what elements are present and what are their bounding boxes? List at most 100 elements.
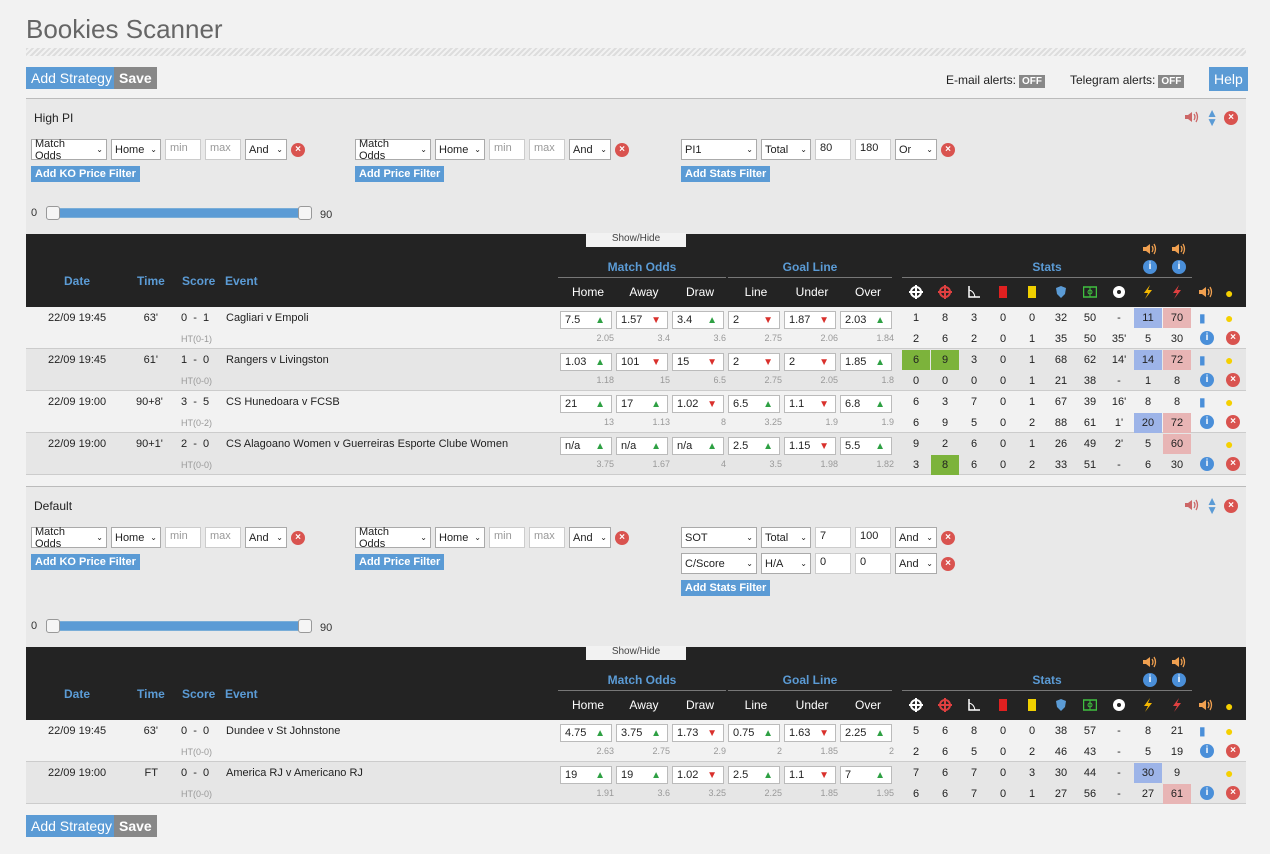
header-event[interactable]: Event xyxy=(225,274,258,288)
stats-max-input[interactable]: 180 xyxy=(855,139,891,160)
corner-flag-icon[interactable] xyxy=(967,285,981,299)
odds-draw-box[interactable]: 1.02 ▼ xyxy=(672,395,724,413)
muted-speaker-icon[interactable] xyxy=(1184,110,1200,127)
odds-draw-box[interactable]: 15 ▼ xyxy=(672,353,724,371)
muted-speaker-icon[interactable] xyxy=(1184,498,1200,515)
header-away[interactable]: Away xyxy=(616,698,672,712)
stats-stat-select[interactable]: C/Score ⌄ xyxy=(681,553,757,574)
reorder-arrows-icon[interactable]: ▲ ▼ xyxy=(1206,107,1218,128)
target-icon[interactable] xyxy=(938,698,952,712)
speaker-icon[interactable] xyxy=(1142,655,1157,669)
slider-handle-min[interactable] xyxy=(46,206,60,220)
price-min-input[interactable]: min xyxy=(489,527,525,548)
bar-chart-icon[interactable]: ▮ xyxy=(1199,311,1206,325)
ball-icon[interactable] xyxy=(1112,285,1126,299)
header-line[interactable]: Line xyxy=(728,285,784,299)
remove-stats-filter-icon[interactable]: × xyxy=(941,142,955,157)
remove-stats-filter-icon[interactable]: × xyxy=(941,530,955,545)
remove-row-icon[interactable]: × xyxy=(1226,744,1240,758)
remove-stats-filter-icon[interactable]: × xyxy=(941,556,955,571)
add-strategy-button[interactable]: Add Strategy xyxy=(26,67,117,89)
price-max-input[interactable]: max xyxy=(529,527,565,548)
bar-chart-icon[interactable]: ▮ xyxy=(1199,724,1206,738)
red-card-icon[interactable] xyxy=(996,698,1010,712)
header-draw[interactable]: Draw xyxy=(672,285,728,299)
remove-ko-filter-icon[interactable]: × xyxy=(291,142,305,157)
ko-side-select[interactable]: Home ⌄ xyxy=(111,527,161,548)
price-side-select[interactable]: Home ⌄ xyxy=(435,139,485,160)
help-button[interactable]: Help xyxy=(1209,67,1248,91)
odds-line-box[interactable]: 6.5 ▲ xyxy=(728,395,780,413)
slider-handle-min[interactable] xyxy=(46,619,60,633)
info-icon[interactable]: i xyxy=(1200,331,1214,345)
odds-over-box[interactable]: 6.8 ▲ xyxy=(840,395,892,413)
stats-stat-select[interactable]: SOT ⌄ xyxy=(681,527,757,548)
red-card-icon[interactable] xyxy=(996,285,1010,299)
lightbulb-icon[interactable]: ● xyxy=(1225,723,1233,739)
header-home[interactable]: Home xyxy=(560,285,616,299)
lightning-away-icon[interactable] xyxy=(1170,285,1184,299)
info-icon[interactable]: i xyxy=(1200,373,1214,387)
price-market-select[interactable]: Match Odds ⌄ xyxy=(355,526,431,550)
info-icon[interactable]: i xyxy=(1200,457,1214,471)
odds-home-box[interactable]: 4.75 ▲ xyxy=(560,724,612,742)
odds-away-box[interactable]: 101 ▼ xyxy=(616,353,668,371)
remove-row-icon[interactable]: × xyxy=(1226,457,1240,471)
odds-over-box[interactable]: 7 ▲ xyxy=(840,766,892,784)
yellow-card-icon[interactable] xyxy=(1025,698,1039,712)
show-hide-button[interactable]: Show/Hide xyxy=(586,646,686,660)
stats-min-input[interactable]: 7 xyxy=(815,527,851,548)
corner-flag-icon[interactable] xyxy=(967,698,981,712)
odds-under-box[interactable]: 1.87 ▼ xyxy=(784,311,836,329)
odds-home-box[interactable]: n/a ▲ xyxy=(560,437,612,455)
target-icon[interactable] xyxy=(938,285,952,299)
price-logic-select[interactable]: And ⌄ xyxy=(569,527,611,548)
stats-scope-select[interactable]: Total ⌄ xyxy=(761,139,811,160)
time-range-slider[interactable] xyxy=(46,208,312,218)
ko-side-select[interactable]: Home ⌄ xyxy=(111,139,161,160)
odds-home-box[interactable]: 1.03 ▲ xyxy=(560,353,612,371)
time-range-slider[interactable] xyxy=(46,621,312,631)
speaker-icon[interactable] xyxy=(1198,285,1213,299)
header-away[interactable]: Away xyxy=(616,285,672,299)
bar-chart-icon[interactable]: ▮ xyxy=(1199,353,1206,367)
speaker-icon[interactable] xyxy=(1198,698,1213,712)
table-row[interactable]: 22/09 19:45 61' 1 - 0 HT(0-0) Rangers v Livi… xyxy=(26,349,1246,391)
header-draw[interactable]: Draw xyxy=(672,698,728,712)
speaker-icon[interactable] xyxy=(1142,242,1157,256)
stats-logic-select[interactable]: Or ⌄ xyxy=(895,139,937,160)
lightbulb-icon[interactable]: ● xyxy=(1225,698,1239,714)
ko-min-input[interactable]: min xyxy=(165,527,201,548)
stats-min-input[interactable]: 0 xyxy=(815,553,851,574)
add-price-filter-button[interactable]: Add Price Filter xyxy=(355,554,445,570)
ball-icon[interactable] xyxy=(1112,698,1126,712)
odds-line-box[interactable]: 0.75 ▲ xyxy=(728,724,780,742)
ko-max-input[interactable]: max xyxy=(205,527,241,548)
pitch-icon[interactable] xyxy=(1082,698,1098,712)
table-row[interactable]: 22/09 19:45 63' 0 - 1 HT(0-1) Cagliari v Emp… xyxy=(26,307,1246,349)
info-icon[interactable]: i xyxy=(1172,673,1186,687)
remove-row-icon[interactable]: × xyxy=(1226,331,1240,345)
lightning-home-icon[interactable] xyxy=(1141,698,1155,712)
lightbulb-icon[interactable]: ● xyxy=(1225,352,1233,368)
price-max-input[interactable]: max xyxy=(529,139,565,160)
speaker-icon[interactable] xyxy=(1171,655,1186,669)
save-button-bottom[interactable]: Save xyxy=(114,815,157,837)
odds-over-box[interactable]: 1.85 ▲ xyxy=(840,353,892,371)
odds-away-box[interactable]: 19 ▲ xyxy=(616,766,668,784)
lightbulb-icon[interactable]: ● xyxy=(1225,436,1233,452)
ko-max-input[interactable]: max xyxy=(205,139,241,160)
add-stats-filter-button[interactable]: Add Stats Filter xyxy=(681,166,771,182)
odds-under-box[interactable]: 1.15 ▼ xyxy=(784,437,836,455)
header-event[interactable]: Event xyxy=(225,687,258,701)
header-score[interactable]: Score xyxy=(182,687,215,701)
header-date[interactable]: Date xyxy=(64,687,90,701)
stats-logic-select[interactable]: And ⌄ xyxy=(895,553,937,574)
yellow-card-icon[interactable] xyxy=(1025,285,1039,299)
info-icon[interactable]: i xyxy=(1172,260,1186,274)
stats-stat-select[interactable]: PI1 ⌄ xyxy=(681,139,757,160)
odds-line-box[interactable]: 2 ▼ xyxy=(728,353,780,371)
odds-under-box[interactable]: 1.1 ▼ xyxy=(784,766,836,784)
table-row[interactable]: 22/09 19:00 90+8' 3 - 5 HT(0-2) CS Hunedoara… xyxy=(26,391,1246,433)
header-home[interactable]: Home xyxy=(560,698,616,712)
